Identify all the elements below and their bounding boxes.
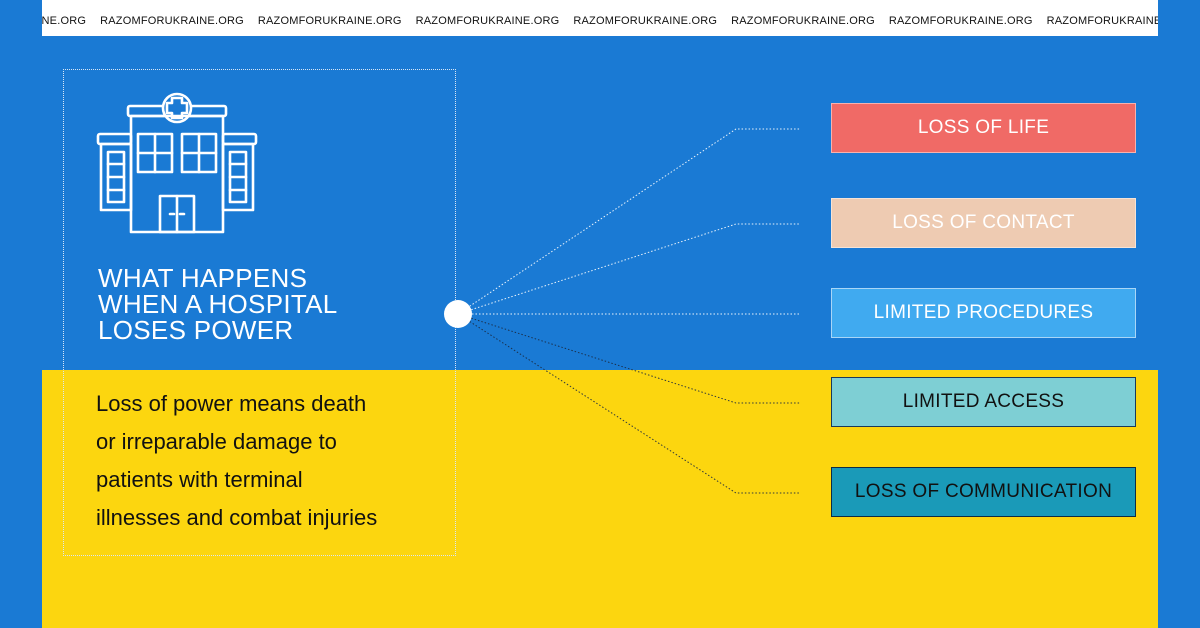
outcome-loss-of-contact: LOSS OF CONTACT [831,198,1136,248]
connector-hub [444,300,472,328]
outcome-limited-access: LIMITED ACCESS [831,377,1136,427]
connector-line-loss-of-life [457,128,800,315]
outcome-loss-of-life: LOSS OF LIFE [831,103,1136,153]
connector-line-limited-access [457,313,800,404]
outcome-loss-of-communication: LOSS OF COMMUNICATION [831,467,1136,517]
connector-line-loss-of-contact [457,223,800,315]
outcome-limited-procedures: LIMITED PROCEDURES [831,288,1136,338]
